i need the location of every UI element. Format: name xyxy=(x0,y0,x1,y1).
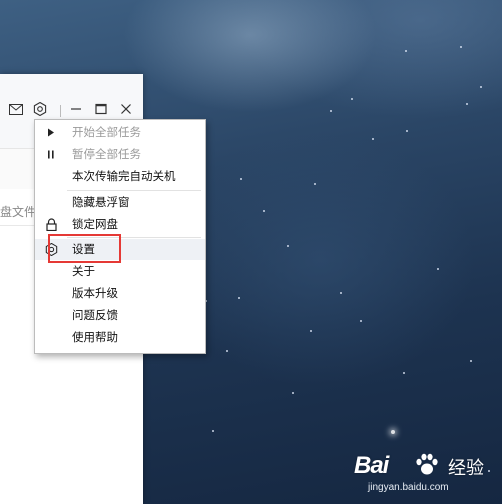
menu-divider xyxy=(67,190,201,191)
title-bar-divider xyxy=(60,105,61,117)
menu-item-feedback[interactable]: 问题反馈 xyxy=(35,305,205,326)
star xyxy=(460,46,462,48)
star xyxy=(314,183,316,185)
star xyxy=(240,178,242,180)
star xyxy=(238,297,240,299)
star xyxy=(292,392,294,394)
star xyxy=(372,138,374,140)
menu-item-label: 隐藏悬浮窗 xyxy=(72,195,130,209)
star xyxy=(480,86,482,88)
minimize-icon[interactable] xyxy=(68,101,84,117)
menu-item-start-all[interactable]: 开始全部任务 xyxy=(35,122,205,143)
star xyxy=(403,372,405,374)
star xyxy=(287,245,289,247)
menu-item-label: 本次传输完自动关机 xyxy=(72,169,176,183)
pause-icon xyxy=(44,147,58,161)
menu-item-label: 关于 xyxy=(72,264,95,278)
menu-item-lock[interactable]: 锁定网盘 xyxy=(35,214,205,235)
star xyxy=(226,350,228,352)
watermark-url: jingyan.baidu.com xyxy=(368,482,449,493)
gear-icon[interactable] xyxy=(32,101,48,117)
star xyxy=(406,130,408,132)
annotation-highlight-box xyxy=(48,234,121,263)
lock-icon xyxy=(44,217,58,231)
watermark-product: 经验 xyxy=(448,458,484,479)
menu-item-about[interactable]: 关于 xyxy=(35,261,205,282)
menu-item-label: 问题反馈 xyxy=(72,308,118,322)
menu-item-label: 使用帮助 xyxy=(72,330,118,344)
menu-item-label: 开始全部任务 xyxy=(72,125,141,139)
star xyxy=(330,110,332,112)
star xyxy=(391,430,395,434)
maximize-icon[interactable] xyxy=(93,101,109,117)
star xyxy=(360,320,362,322)
baidu-jingyan-watermark: Bai 经验 jingyan.baidu.com xyxy=(352,448,500,502)
menu-item-label: 暂停全部任务 xyxy=(72,147,141,161)
star xyxy=(405,50,407,52)
menu-item-hide-float[interactable]: 隐藏悬浮窗 xyxy=(35,192,205,213)
star xyxy=(310,330,312,332)
menu-item-label: 版本升级 xyxy=(72,286,118,300)
star xyxy=(351,98,353,100)
star xyxy=(212,430,214,432)
paw-icon xyxy=(416,453,438,475)
menu-item-auto-shutdown[interactable]: 本次传输完自动关机 xyxy=(35,166,205,187)
star xyxy=(470,360,472,362)
mail-icon[interactable] xyxy=(8,101,24,117)
menu-item-upgrade[interactable]: 版本升级 xyxy=(35,283,205,304)
star xyxy=(340,292,342,294)
star xyxy=(263,210,265,212)
play-icon xyxy=(44,125,58,139)
star xyxy=(466,103,468,105)
menu-item-label: 锁定网盘 xyxy=(72,217,118,231)
search-placeholder: 盘文件 xyxy=(0,205,37,219)
star xyxy=(437,268,439,270)
menu-item-help[interactable]: 使用帮助 xyxy=(35,327,205,348)
menu-item-pause-all[interactable]: 暂停全部任务 xyxy=(35,144,205,165)
watermark-brand: Bai xyxy=(354,452,389,479)
close-icon[interactable] xyxy=(118,101,134,117)
